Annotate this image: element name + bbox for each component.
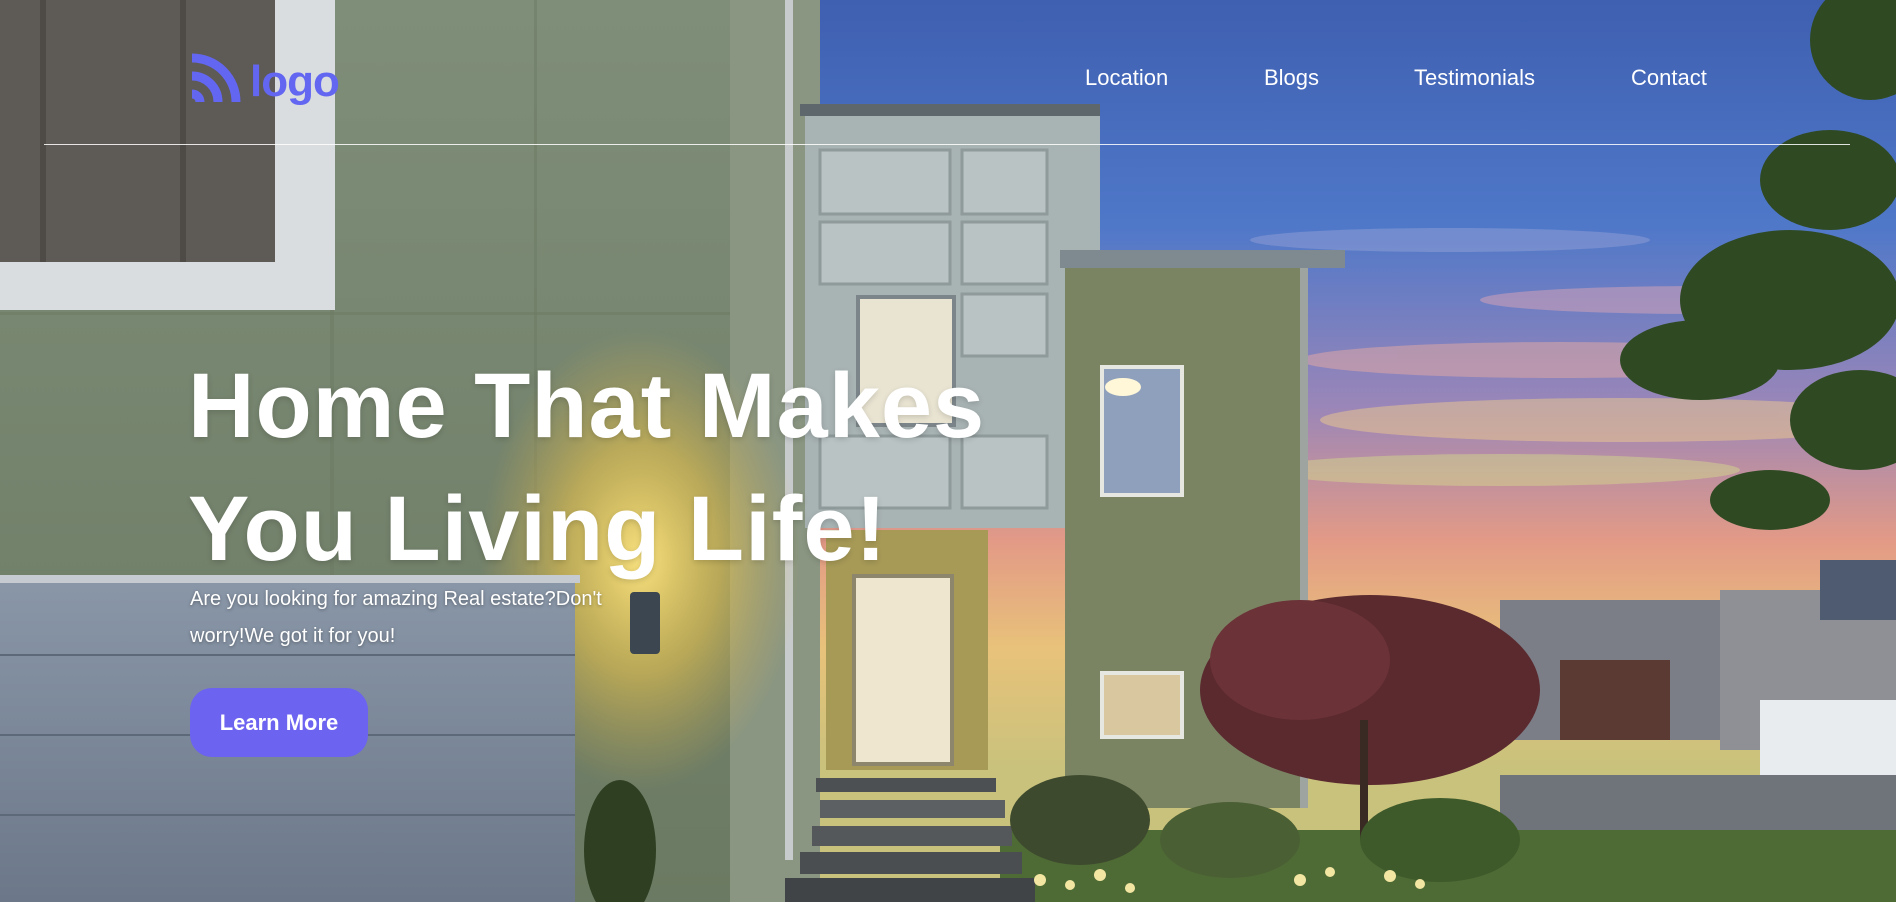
- hero-section: logo Location Blogs Testimonials Contact…: [0, 0, 1896, 902]
- nav-link-location[interactable]: Location: [1085, 62, 1168, 94]
- logo-text: logo: [250, 56, 340, 106]
- nav-link-blogs[interactable]: Blogs: [1264, 62, 1319, 94]
- learn-more-button[interactable]: Learn More: [190, 688, 368, 757]
- nav-link-testimonials[interactable]: Testimonials: [1414, 62, 1535, 94]
- hero-subtitle: Are you looking for amazing Real estate?…: [190, 588, 602, 647]
- nav-link-contact[interactable]: Contact: [1631, 62, 1707, 94]
- logo-link[interactable]: logo: [188, 52, 340, 111]
- wifi-arcs-icon: [188, 52, 242, 111]
- hero-headline: Home That Makes You Living Life!: [188, 355, 986, 580]
- header-divider: [44, 144, 1850, 145]
